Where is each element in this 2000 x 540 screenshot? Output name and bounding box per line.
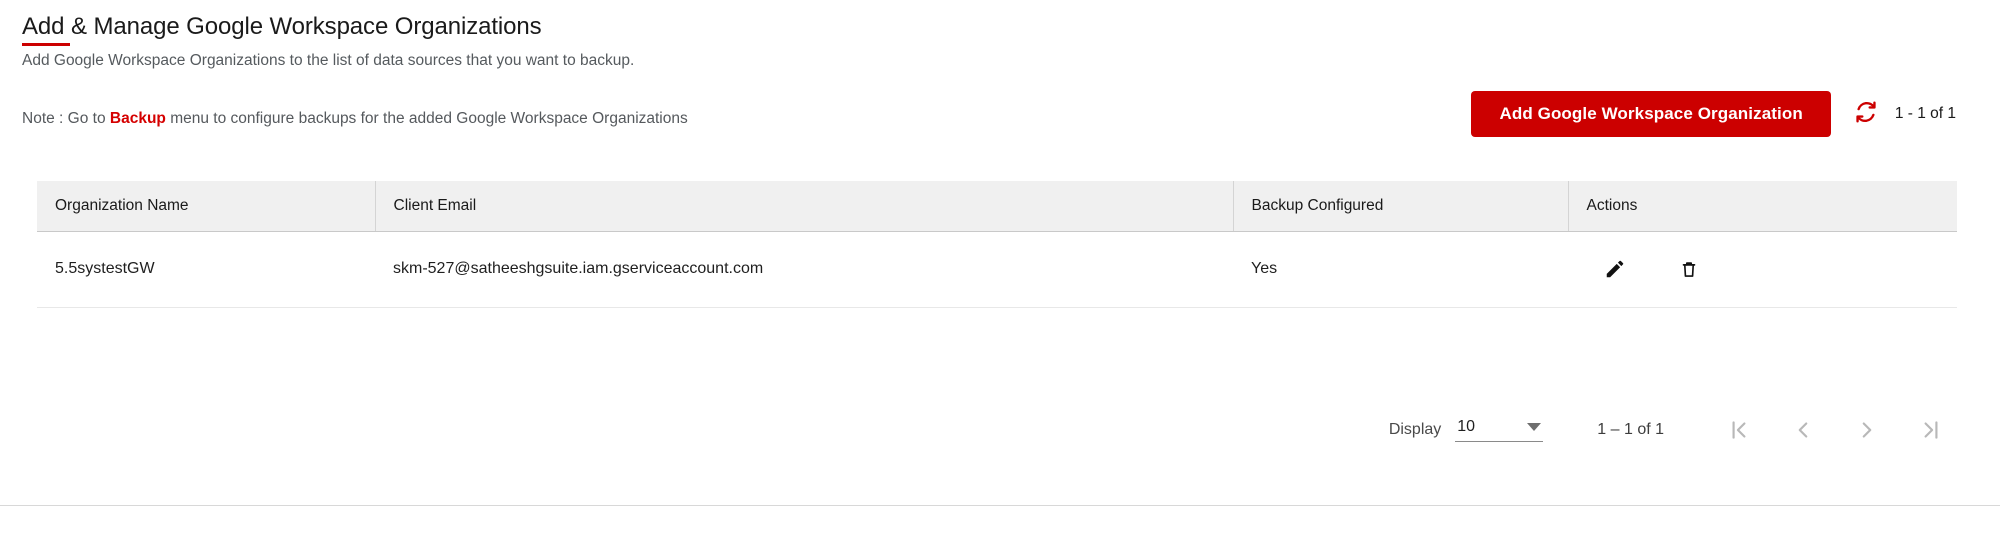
first-page-icon bbox=[1726, 417, 1752, 443]
refresh-icon bbox=[1853, 99, 1879, 130]
table-row[interactable]: 5.5systestGW skm-527@satheeshgsuite.iam.… bbox=[37, 231, 1957, 308]
cell-client-email: skm-527@satheeshgsuite.iam.gserviceaccou… bbox=[375, 231, 1233, 308]
page-title: Add & Manage Google Workspace Organizati… bbox=[22, 13, 542, 40]
note-suffix: menu to configure backups for the added … bbox=[165, 110, 688, 127]
bottom-divider bbox=[0, 505, 2000, 506]
cell-actions bbox=[1568, 231, 1957, 308]
delete-row-button[interactable] bbox=[1678, 258, 1700, 280]
page-subtitle: Add Google Workspace Organizations to th… bbox=[22, 52, 635, 70]
table-paginator: Display 10 1 – 1 of 1 bbox=[1389, 408, 1948, 452]
column-header-organization-name: Organization Name bbox=[37, 181, 375, 232]
previous-page-button[interactable] bbox=[1786, 413, 1820, 447]
page-size-select[interactable]: 10 bbox=[1455, 418, 1544, 442]
note-text: Note : Go to Backup menu to configure ba… bbox=[22, 110, 688, 129]
table-header: Organization Name Client Email Backup Co… bbox=[37, 181, 1957, 232]
title-accent-underline bbox=[22, 43, 70, 47]
first-page-button[interactable] bbox=[1722, 413, 1756, 447]
cell-organization-name: 5.5systestGW bbox=[37, 231, 375, 308]
note-prefix: Note : Go to bbox=[22, 110, 110, 127]
chevron-down-icon bbox=[1527, 423, 1542, 431]
last-page-button[interactable] bbox=[1914, 413, 1948, 447]
last-page-icon bbox=[1918, 417, 1944, 443]
column-header-backup-configured: Backup Configured bbox=[1232, 181, 1568, 232]
previous-page-icon bbox=[1790, 417, 1816, 443]
page-header: Add & Manage Google Workspace Organizati… bbox=[22, 13, 635, 71]
column-header-client-email: Client Email bbox=[374, 181, 1233, 232]
page-size-value: 10 bbox=[1457, 418, 1476, 435]
edit-row-button[interactable] bbox=[1604, 258, 1626, 280]
cell-backup-configured: Yes bbox=[1233, 231, 1568, 308]
top-action-bar: Add Google Workspace Organization 1 - 1 … bbox=[1471, 91, 2000, 137]
display-label: Display bbox=[1388, 421, 1442, 438]
refresh-button[interactable] bbox=[1853, 99, 1879, 130]
next-page-button[interactable] bbox=[1850, 413, 1884, 447]
next-page-icon bbox=[1854, 417, 1880, 443]
edit-icon bbox=[1604, 258, 1626, 280]
column-header-actions: Actions bbox=[1567, 181, 1957, 232]
pagination-controls bbox=[1722, 413, 1948, 447]
row-action-group bbox=[1586, 258, 1957, 280]
page-range-label: 1 – 1 of 1 bbox=[1597, 421, 1664, 438]
table-header-row: Organization Name Client Email Backup Co… bbox=[37, 181, 1957, 232]
add-google-workspace-organization-button[interactable]: Add Google Workspace Organization bbox=[1471, 91, 1831, 137]
table-body: 5.5systestGW skm-527@satheeshgsuite.iam.… bbox=[37, 231, 1957, 308]
record-count-label: 1 - 1 of 1 bbox=[1894, 105, 1956, 122]
organizations-table: Organization Name Client Email Backup Co… bbox=[37, 181, 1957, 308]
delete-icon bbox=[1678, 258, 1700, 280]
note-backup-link[interactable]: Backup bbox=[110, 110, 166, 127]
